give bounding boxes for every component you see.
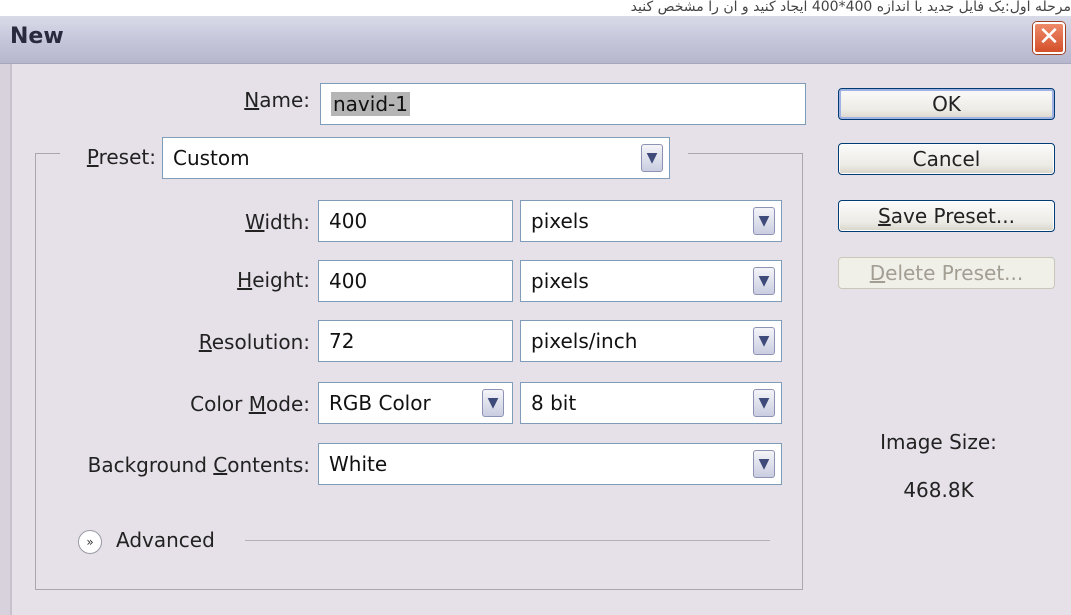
height-label: Height: (237, 268, 310, 292)
color-mode-select[interactable]: RGB Color ▼ (318, 382, 513, 424)
resolution-value: 72 (329, 329, 355, 353)
name-label: Name: (244, 88, 310, 112)
chevron-down-icon[interactable]: ▼ (482, 389, 504, 417)
background-contents-label: Background Contents: (87, 453, 310, 477)
advanced-divider (245, 540, 770, 541)
resolution-unit-select[interactable]: pixels/inch ▼ (520, 320, 782, 362)
advanced-label[interactable]: Advanced (116, 528, 236, 552)
width-field[interactable]: 400 (318, 200, 513, 242)
color-mode-value: RGB Color (329, 391, 431, 415)
double-chevron-down-icon[interactable]: » (78, 530, 102, 554)
resolution-label: Resolution: (198, 330, 310, 354)
height-value: 400 (329, 269, 368, 293)
bit-depth-select[interactable]: 8 bit ▼ (520, 382, 782, 424)
name-value: navid-1 (331, 92, 410, 116)
delete-preset-button: Delete Preset... (838, 257, 1055, 289)
close-icon: ✕ (1038, 22, 1060, 52)
cancel-button[interactable]: Cancel (838, 143, 1055, 175)
name-field[interactable]: navid-1 (320, 83, 806, 125)
dialog-left-edge (0, 64, 10, 615)
chevron-down-icon[interactable]: ▼ (753, 389, 775, 417)
resolution-unit-value: pixels/inch (531, 329, 638, 353)
color-mode-label: Color Mode: (190, 392, 310, 416)
chevron-down-icon[interactable]: ▼ (753, 267, 775, 295)
width-unit-select[interactable]: pixels ▼ (520, 200, 782, 242)
image-size-label: Image Size: (880, 430, 997, 454)
title-bar: New ✕ (0, 16, 1071, 64)
close-button[interactable]: ✕ (1033, 22, 1065, 54)
caption-text: مرحله اول:یک فایل جدید با اندازه 400*400… (0, 0, 1071, 16)
height-unit-value: pixels (531, 269, 589, 293)
preset-value: Custom (173, 146, 250, 170)
chevron-down-icon[interactable]: ▼ (753, 207, 775, 235)
preset-select[interactable]: Custom ▼ (162, 137, 670, 179)
width-label: Width: (245, 210, 310, 234)
background-contents-select[interactable]: White ▼ (318, 443, 782, 485)
image-size-value: 468.8K (903, 478, 974, 502)
save-preset-button[interactable]: Save Preset... (838, 200, 1055, 232)
width-unit-value: pixels (531, 209, 589, 233)
window-title: New (10, 24, 64, 49)
chevron-down-icon[interactable]: ▼ (753, 450, 775, 478)
preset-label: Preset: (86, 145, 156, 169)
bit-depth-value: 8 bit (531, 391, 577, 415)
width-value: 400 (329, 209, 368, 233)
background-contents-value: White (329, 452, 388, 476)
chevron-down-icon[interactable]: ▼ (641, 144, 663, 172)
height-field[interactable]: 400 (318, 260, 513, 302)
ok-button[interactable]: OK (838, 88, 1055, 120)
height-unit-select[interactable]: pixels ▼ (520, 260, 782, 302)
chevron-down-icon[interactable]: ▼ (753, 327, 775, 355)
resolution-field[interactable]: 72 (318, 320, 513, 362)
